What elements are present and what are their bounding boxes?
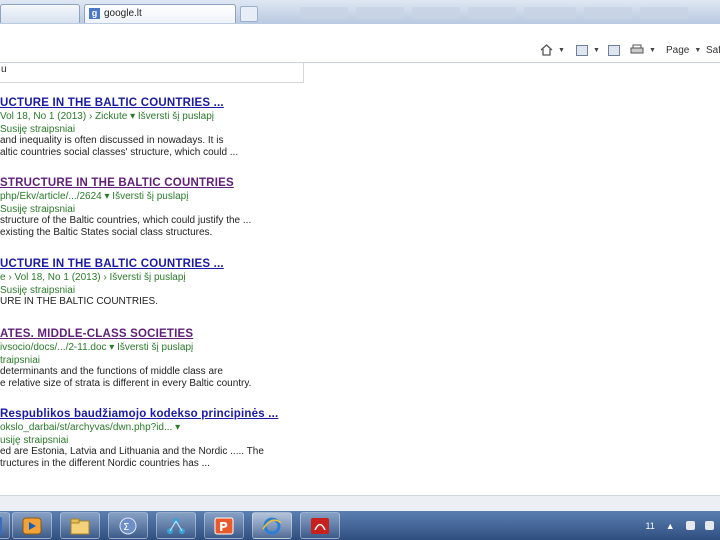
file-explorer-icon [70, 518, 90, 534]
svg-text:Σ: Σ [123, 522, 129, 533]
chevron-down-icon: ▼ [649, 46, 656, 54]
result-snippet: URE IN THE BALTIC COUNTRIES. [0, 296, 158, 307]
taskbar: Σ P 11 ▲ [0, 511, 720, 540]
tab-google[interactable]: g google.lt [84, 4, 236, 23]
taskbar-file-explorer[interactable] [60, 512, 100, 539]
start-button[interactable] [0, 512, 10, 539]
toolbar-ghost-4 [468, 7, 516, 19]
toolbar-ghost-2 [356, 7, 404, 19]
result-url[interactable]: e › Vol 18, No 1 (2013) › Išversti šį pu… [0, 272, 304, 283]
tab-google-label: google.lt [104, 8, 142, 19]
related-articles-link[interactable]: Susiję straipsniai [0, 204, 304, 215]
search-result: UCTURE IN THE BALTIC COUNTRIES ... e › V… [0, 258, 304, 308]
internet-explorer-icon [262, 517, 282, 534]
volume-icon[interactable] [705, 521, 715, 530]
tab-strip: g google.lt [0, 0, 720, 25]
media-player-icon [22, 517, 42, 534]
svg-text:P: P [219, 520, 228, 534]
result-title-link[interactable]: UCTURE IN THE BALTIC COUNTRIES ... [0, 258, 304, 270]
taskbar-acrobat-reader[interactable] [300, 512, 340, 539]
feeds-button[interactable]: ▼ [576, 43, 600, 57]
print-button[interactable]: ▼ [630, 43, 656, 57]
result-snippet: structure of the Baltic countries, which… [0, 215, 252, 226]
taskbar-internet-explorer[interactable] [252, 512, 292, 539]
powerpoint-icon: P [214, 517, 234, 534]
page-menu-label: Page [666, 44, 690, 56]
result-snippet: ed are Estonia, Latvia and Lithuania and… [0, 446, 264, 457]
feeds-icon [576, 44, 588, 56]
show-hidden-icons-icon[interactable]: ▲ [666, 521, 675, 531]
result-snippet: existing the Baltic States social class … [0, 227, 213, 238]
home-icon [540, 44, 553, 56]
search-result: Respublikos baudžiamojo kodekso principi… [0, 408, 304, 470]
result-snippet: and inequality is often discussed in now… [0, 135, 224, 146]
result-title-link[interactable]: STRUCTURE IN THE BALTIC COUNTRIES [0, 177, 304, 189]
related-articles-link[interactable]: usiję straipsniai [0, 435, 304, 446]
taskbar-network[interactable] [156, 512, 196, 539]
network-icon [167, 517, 185, 534]
taskbar-powerpoint[interactable]: P [204, 512, 244, 539]
result-url[interactable]: Vol 18, No 1 (2013) › Zickute ▾ Išversti… [0, 111, 304, 122]
taskbar-media-player[interactable] [12, 512, 52, 539]
toolbar-ghost-7 [640, 7, 688, 19]
toolbar-ghost-6 [584, 7, 632, 19]
math-input-icon: Σ [119, 517, 137, 534]
taskbar-math-input[interactable]: Σ [108, 512, 148, 539]
result-snippet: e relative size of strata is different i… [0, 378, 252, 389]
windows-start-icon [0, 516, 2, 535]
mail-button[interactable] [608, 43, 620, 57]
result-snippet: altic countries social classes' structur… [0, 147, 239, 158]
chevron-down-icon: ▼ [558, 46, 565, 54]
chevron-down-icon: ▼ [593, 46, 600, 54]
related-articles-link[interactable]: Susiję straipsniai [0, 285, 304, 296]
result-title-link[interactable]: ATES. MIDDLE-CLASS SOCIETIES [0, 328, 304, 340]
command-bar: ▼ ▼ ▼ Page ▼ Safe [0, 24, 720, 62]
related-articles-link[interactable]: traipsniai [0, 355, 304, 366]
horizontal-scrollbar[interactable] [0, 495, 720, 512]
result-title-link[interactable]: Respublikos baudžiamojo kodekso principi… [0, 408, 304, 420]
chevron-down-icon: ▼ [694, 46, 702, 54]
search-result: STRUCTURE IN THE BALTIC COUNTRIES php/Ek… [0, 177, 304, 239]
tray-text: 11 [645, 520, 655, 531]
search-input[interactable]: u [0, 63, 304, 83]
result-url[interactable]: ivsocio/docs/.../2-11.doc ▾ Išversti šį … [0, 342, 304, 353]
home-button[interactable]: ▼ [540, 43, 565, 57]
result-url[interactable]: okslo_darbai/st/archyvas/dwn.php?id... ▾ [0, 422, 304, 433]
search-results-page: u UCTURE IN THE BALTIC COUNTRIES ... Vol… [0, 63, 720, 495]
safety-menu-label: Safe [706, 44, 720, 56]
page-menu-button[interactable]: Page ▼ [666, 43, 701, 57]
toolbar-ghost-5 [524, 7, 576, 19]
result-title-link[interactable]: UCTURE IN THE BALTIC COUNTRIES ... [0, 97, 304, 109]
system-tray: 11 ▲ [640, 511, 720, 540]
new-tab-button[interactable] [240, 6, 258, 22]
toolbar-ghost-3 [412, 7, 460, 19]
toolbar-ghost-1 [300, 7, 348, 19]
tab-previous[interactable] [0, 4, 80, 23]
related-articles-link[interactable]: Susiję straipsniai [0, 124, 304, 135]
search-result: ATES. MIDDLE-CLASS SOCIETIES ivsocio/doc… [0, 328, 304, 390]
result-url[interactable]: php/Ekv/article/.../2624 ▾ Išversti šį p… [0, 191, 304, 202]
result-snippet: determinants and the functions of middle… [0, 366, 223, 377]
search-result: UCTURE IN THE BALTIC COUNTRIES ... Vol 1… [0, 97, 304, 159]
network-status-icon[interactable] [685, 521, 695, 530]
mail-icon [608, 44, 620, 56]
search-input-value: u [1, 64, 7, 75]
google-favicon-icon: g [89, 8, 100, 19]
print-icon [630, 44, 644, 54]
safety-menu-button[interactable]: Safe [706, 43, 720, 57]
acrobat-reader-icon [311, 517, 329, 534]
result-snippet: tructures in the different Nordic countr… [0, 458, 210, 469]
